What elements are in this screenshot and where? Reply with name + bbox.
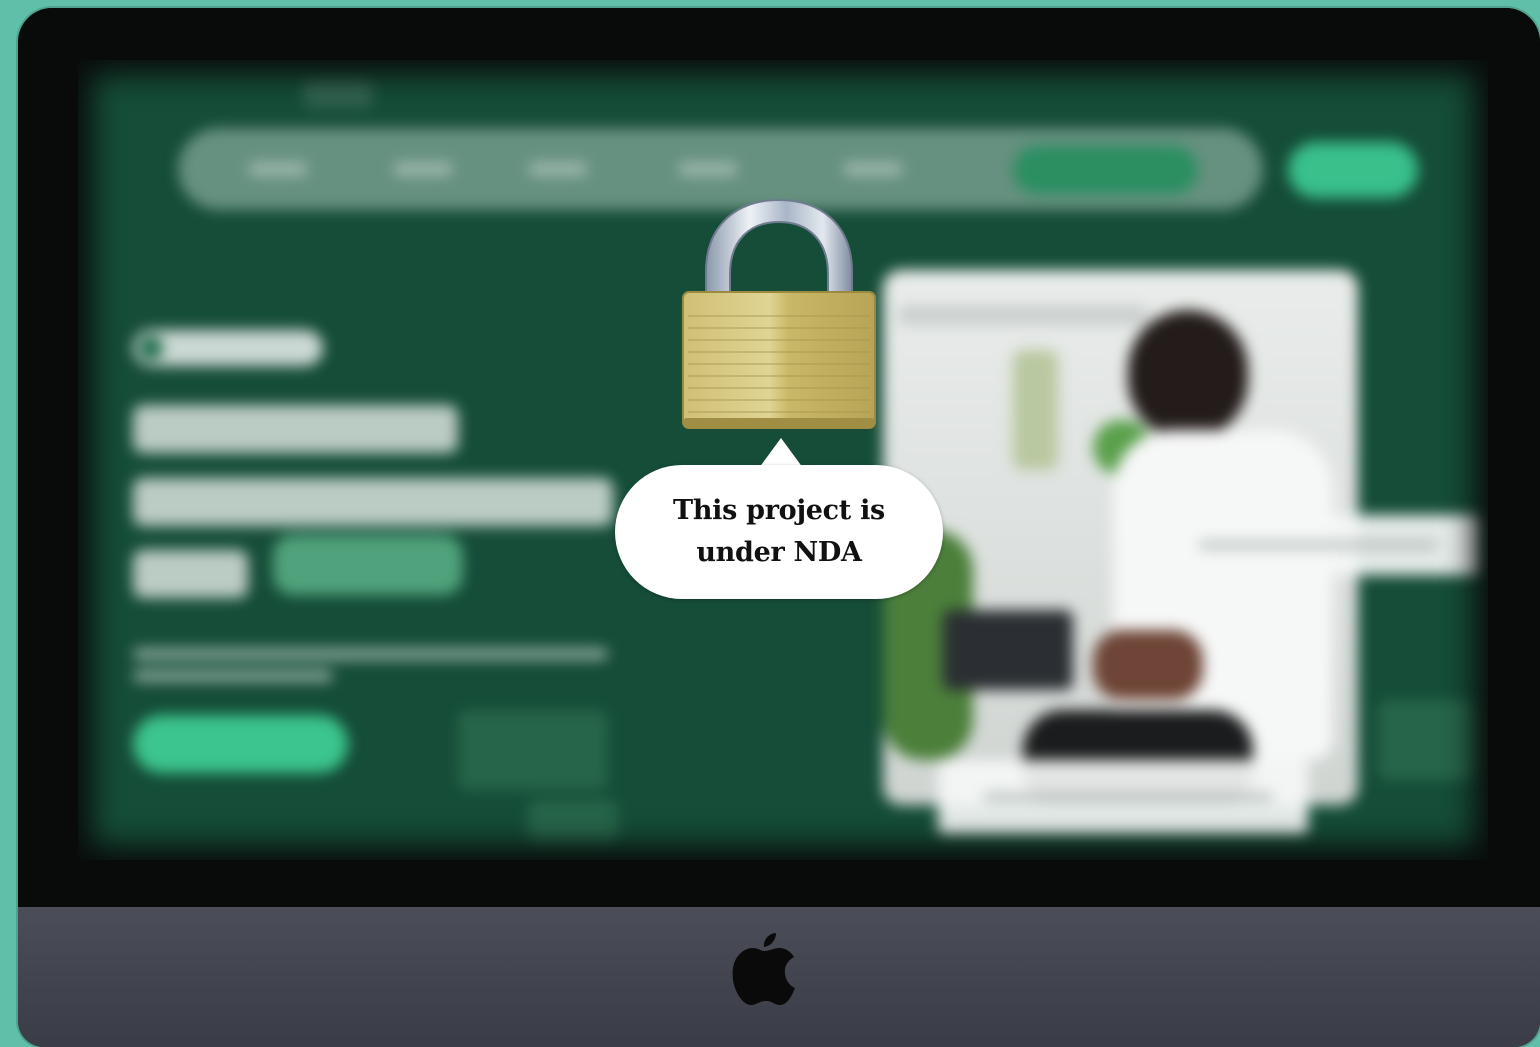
blurred-ghost-card xyxy=(1378,700,1478,780)
blurred-cta-button xyxy=(1288,142,1418,198)
speech-bubble-tail xyxy=(759,438,803,468)
blurred-floating-card xyxy=(1158,515,1483,575)
blurred-ghost-card xyxy=(528,800,618,845)
blurred-badge xyxy=(133,330,323,366)
blurred-script-word xyxy=(273,535,463,595)
blurred-nav-pill xyxy=(1013,146,1198,194)
blurred-paragraph-line xyxy=(133,670,333,682)
apple-logo-icon xyxy=(732,933,795,1005)
blurred-floating-card xyxy=(938,760,1308,835)
blurred-paragraph-line xyxy=(133,648,608,660)
blurred-headline-line xyxy=(133,478,613,526)
blurred-nav-item xyxy=(528,162,588,176)
padlock-icon xyxy=(682,198,876,429)
monitor-chin xyxy=(18,907,1540,1047)
blurred-hero-button xyxy=(133,715,348,773)
blurred-headline-line xyxy=(133,550,248,598)
blurred-nav-item xyxy=(843,162,903,176)
blurred-nav-item xyxy=(678,162,738,176)
blurred-nav-item xyxy=(248,162,308,176)
blurred-nav-item xyxy=(393,162,453,176)
blurred-logo xyxy=(303,78,373,108)
blurred-ghost-card xyxy=(458,710,608,790)
nda-message: This project is under NDA xyxy=(673,495,885,568)
blurred-headline-line xyxy=(133,405,458,453)
nda-speech-bubble: This project is under NDA xyxy=(615,465,943,599)
